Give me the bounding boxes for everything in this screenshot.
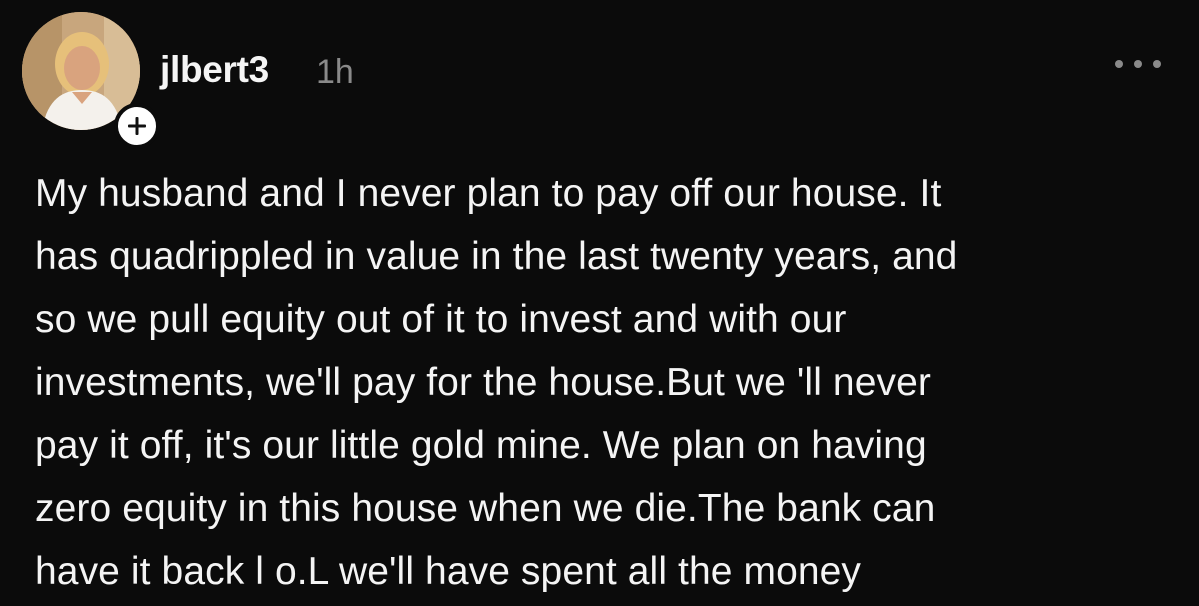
dot (1153, 60, 1161, 68)
post-text-line: investments, we'll pay for the house.But… (35, 361, 931, 404)
post-text-line: zero equity in this house when we die.Th… (35, 487, 936, 530)
dot (1115, 60, 1123, 68)
timestamp: 1h (316, 53, 354, 91)
thread-post: jlbert3 1h My husband and I never plan t… (0, 0, 1199, 606)
more-horizontal-icon[interactable] (1115, 54, 1161, 74)
post-text-line: has quadrippled in value in the last twe… (35, 235, 958, 278)
avatar-container[interactable] (22, 12, 160, 149)
post-text-line: have it back l o.L we'll have spent all … (35, 550, 862, 593)
dot (1134, 60, 1142, 68)
username[interactable]: jlbert3 (160, 48, 269, 92)
post-text: My husband and I never plan to pay off o… (35, 162, 1175, 603)
post-text-line: so we pull equity out of it to invest an… (35, 298, 847, 341)
follow-button[interactable] (114, 103, 160, 149)
post-text-line: pay it off, it's our little gold mine. W… (35, 424, 927, 467)
plus-icon (128, 117, 146, 135)
post-text-line: My husband and I never plan to pay off o… (35, 172, 942, 215)
